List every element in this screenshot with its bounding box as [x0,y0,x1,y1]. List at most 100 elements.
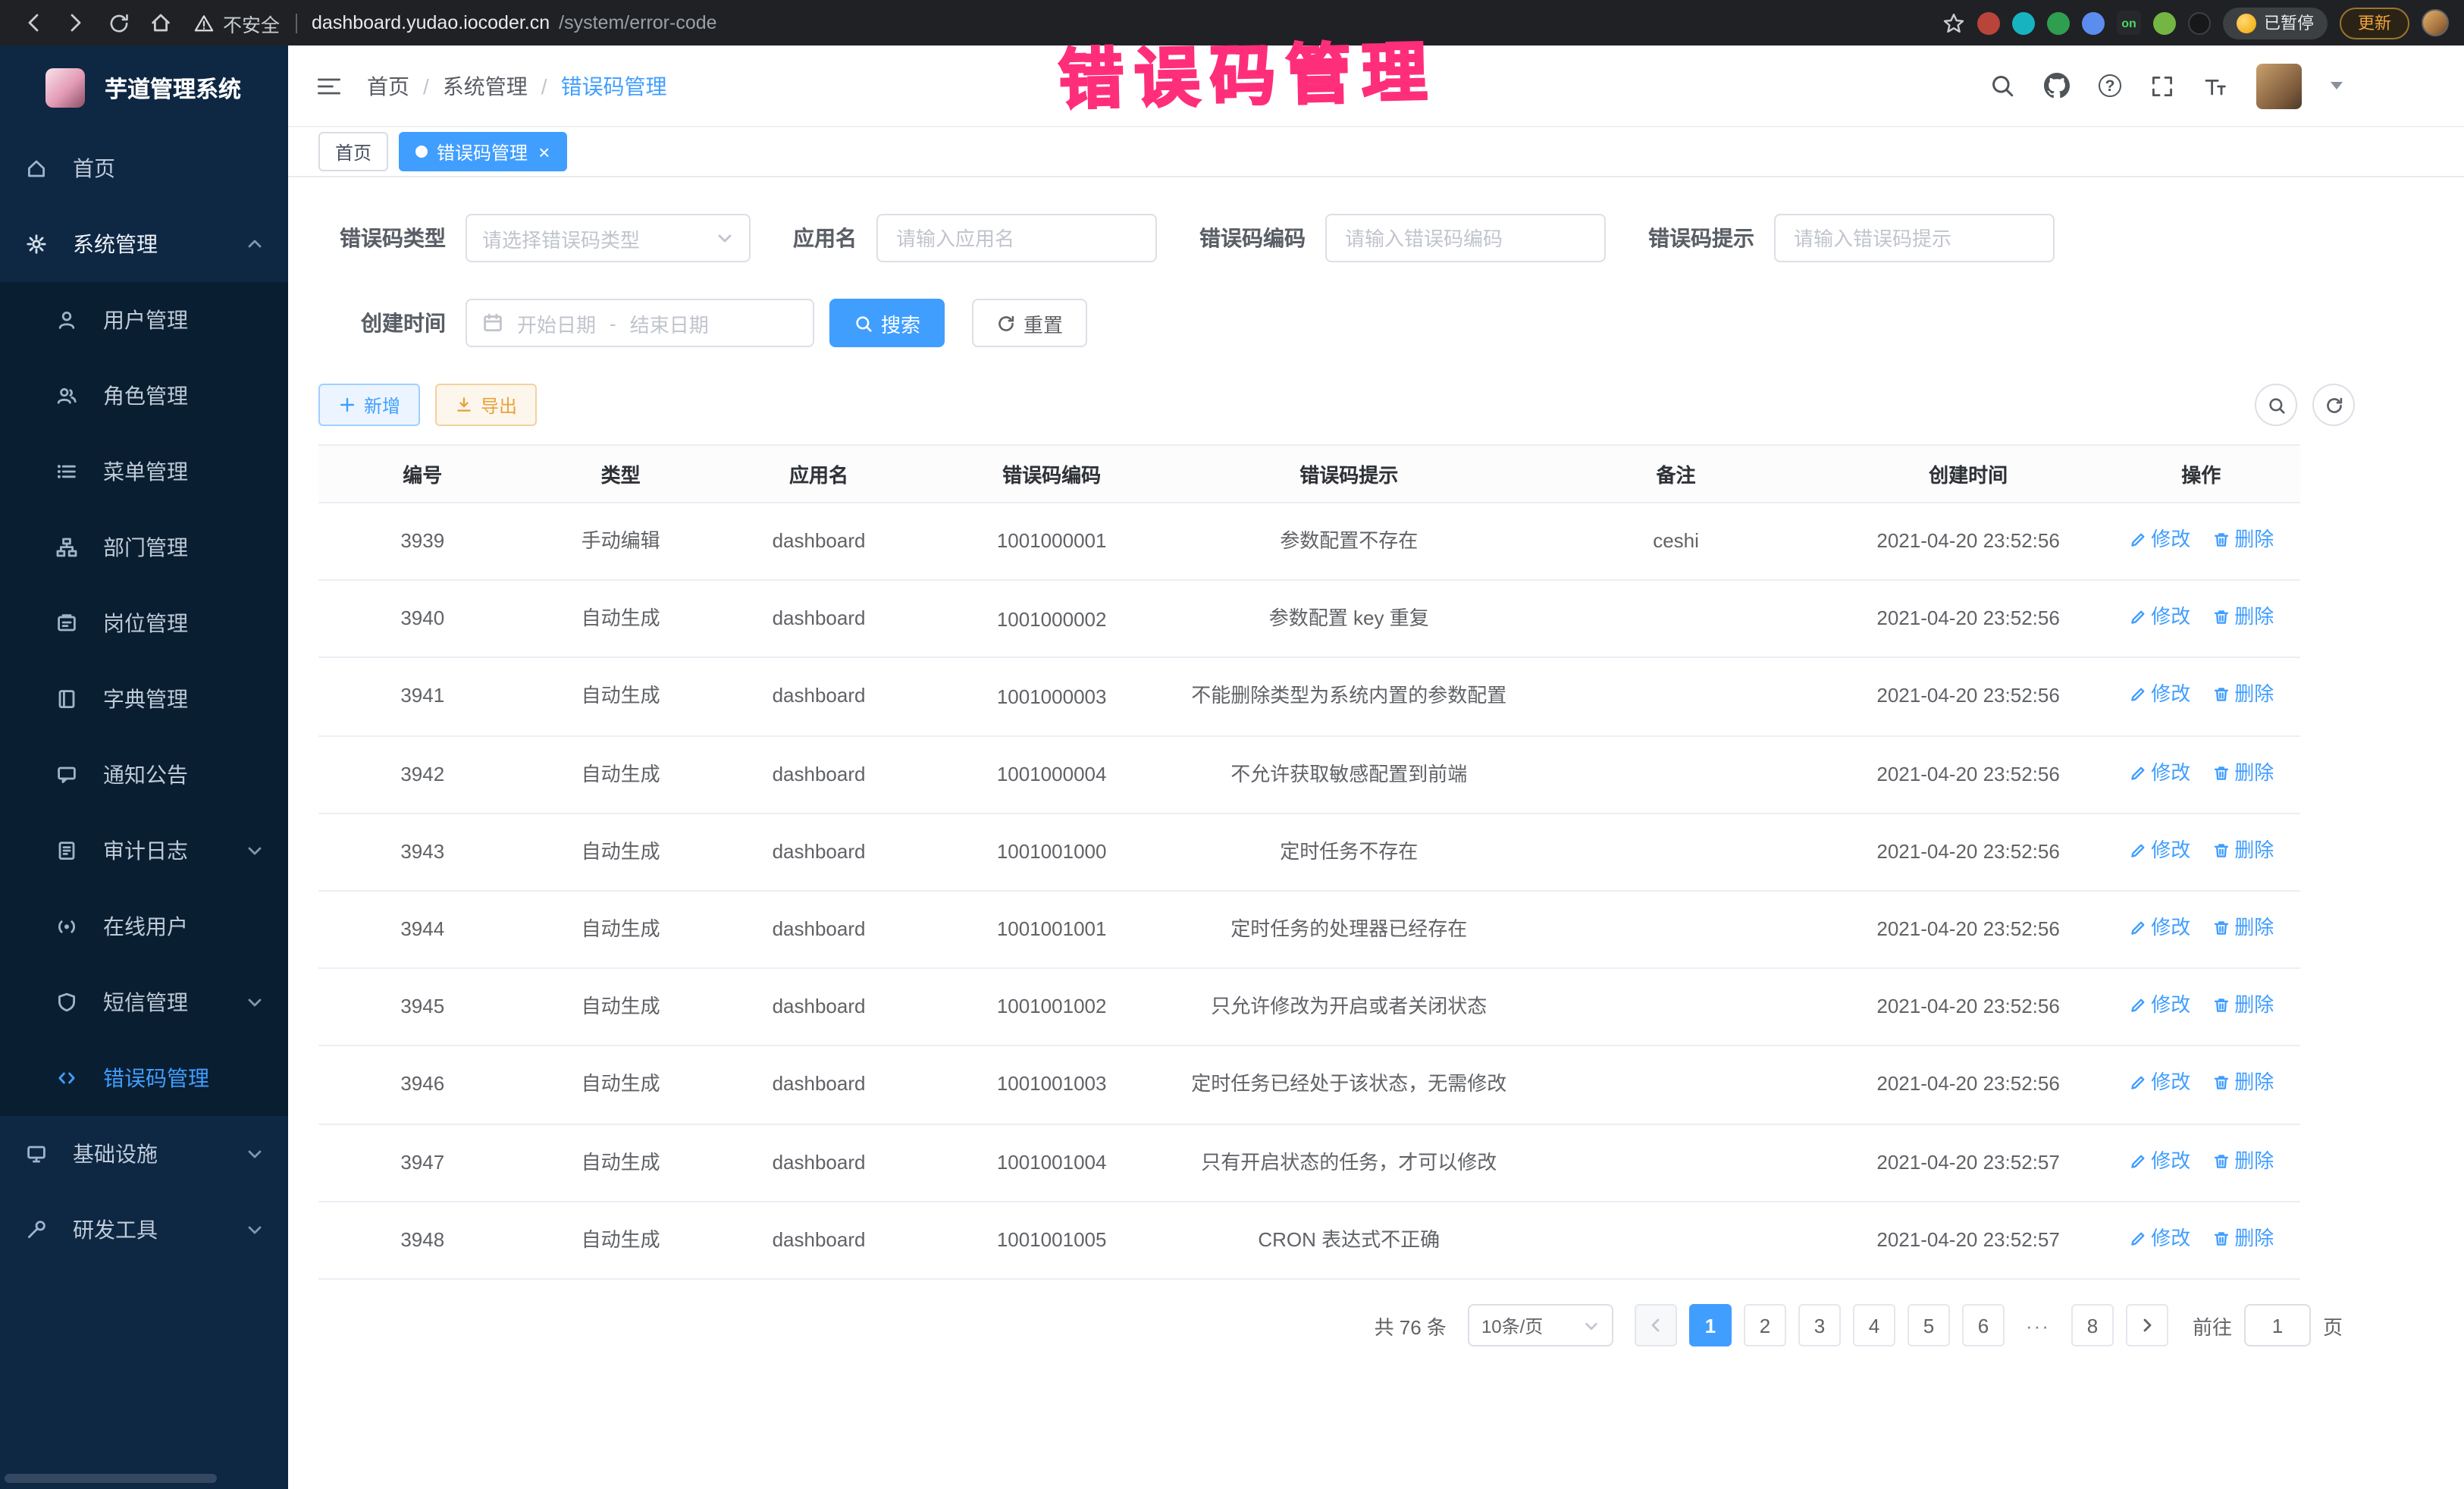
address-bar[interactable]: 不安全 dashboard.yudao.iocoder.cn/system/er… [194,8,1936,37]
prev-page-button[interactable] [1635,1304,1677,1346]
delete-link[interactable]: 删除 [2212,602,2274,632]
page-button[interactable]: 8 [2071,1304,2114,1346]
sidebar-item-online-users[interactable]: 在线用户 [0,889,288,964]
edit-link[interactable]: 修改 [2128,680,2190,710]
table-row: 3939 手动编辑 dashboard 1001000001 参数配置不存在 c… [318,503,2300,580]
error-type-select[interactable]: 请选择错误码类型 [466,214,751,262]
delete-link[interactable]: 删除 [2212,835,2274,866]
back-icon[interactable] [15,5,52,41]
error-code-input[interactable] [1325,214,1606,262]
page-button[interactable]: 3 [1798,1304,1841,1346]
edit-link[interactable]: 修改 [2128,757,2190,788]
org-tree-icon [56,537,77,558]
next-page-button[interactable] [2126,1304,2168,1346]
caret-down-icon[interactable] [2331,82,2343,89]
navbar-actions: ? [1989,63,2343,108]
col-message: 错误码提示 [1180,445,1517,503]
close-tab-icon[interactable]: × [538,142,550,161]
delete-link[interactable]: 删除 [2212,757,2274,788]
date-separator: - [610,312,616,334]
sidebar-item-departments[interactable]: 部门管理 [0,509,288,585]
delete-link[interactable]: 删除 [2212,1146,2274,1176]
browser-extension-icon[interactable] [2047,11,2070,34]
edit-link[interactable]: 修改 [2128,835,2190,866]
sidebar-item-posts[interactable]: 岗位管理 [0,585,288,661]
sidebar-item-notices[interactable]: 通知公告 [0,737,288,813]
app-name-input[interactable] [876,214,1157,262]
browser-extension-icon[interactable] [2082,11,2105,34]
paused-chip[interactable]: 已暂停 [2223,7,2328,39]
edit-link[interactable]: 修改 [2128,990,2190,1020]
jump-page-input[interactable] [2244,1304,2311,1346]
sidebar-scrollbar[interactable] [5,1474,217,1483]
sidebar-item-menus[interactable]: 菜单管理 [0,434,288,509]
active-dot-icon [415,146,428,158]
browser-extension-on-badge[interactable]: on [2117,11,2141,35]
collapse-sidebar-icon[interactable] [315,74,343,98]
create-time-range-picker[interactable]: 开始日期 - 结束日期 [466,299,814,347]
edit-link[interactable]: 修改 [2128,1146,2190,1176]
github-icon[interactable] [2044,73,2070,99]
error-type-label: 错误码类型 [318,223,446,253]
forward-icon[interactable] [58,5,94,41]
user-avatar[interactable] [2256,63,2302,108]
search-button[interactable]: 搜索 [829,299,945,347]
reset-button[interactable]: 重置 [972,299,1087,347]
sidebar-item-users[interactable]: 用户管理 [0,282,288,358]
sidebar-item-dev-tools[interactable]: 研发工具 [0,1192,288,1268]
delete-link[interactable]: 删除 [2212,525,2274,555]
col-remark: 备注 [1517,445,1834,503]
breadcrumb-system[interactable]: 系统管理 [443,71,528,101]
sidebar-item-audit-log[interactable]: 审计日志 [0,813,288,889]
search-icon[interactable] [1989,73,2015,99]
more-pages-button[interactable]: ··· [2017,1304,2059,1346]
help-icon[interactable]: ? [2099,74,2121,97]
tab-home[interactable]: 首页 [318,132,388,171]
breadcrumb-separator: / [423,74,429,98]
delete-link[interactable]: 删除 [2212,680,2274,710]
screen: 错误码管理 不安全 dashboard.yudao.iocoder.cn/sys… [0,0,2464,1489]
sidebar-item-infrastructure[interactable]: 基础设施 [0,1116,288,1192]
sidebar-item-dicts[interactable]: 字典管理 [0,661,288,737]
fullscreen-icon[interactable] [2150,74,2174,98]
sidebar-item-error-code[interactable]: 错误码管理 [0,1040,288,1116]
browser-home-icon[interactable] [143,5,179,41]
refresh-table-button[interactable] [2312,384,2355,426]
browser-extension-icon[interactable] [1977,11,2000,34]
page-button[interactable]: 2 [1744,1304,1786,1346]
sidebar-item-sms[interactable]: 短信管理 [0,964,288,1040]
bookmark-star-icon[interactable] [1942,11,1965,34]
breadcrumb-home[interactable]: 首页 [367,71,409,101]
add-button[interactable]: 新增 [318,384,420,426]
page-button[interactable]: 5 [1908,1304,1950,1346]
page-button[interactable]: 6 [1962,1304,2005,1346]
sidebar-item-home[interactable]: 首页 [0,130,288,206]
error-hint-input[interactable] [1774,214,2055,262]
chevron-down-icon [716,229,734,247]
delete-link[interactable]: 删除 [2212,913,2274,943]
breadcrumb-separator: / [541,74,547,98]
edit-link[interactable]: 修改 [2128,525,2190,555]
export-button[interactable]: 导出 [435,384,537,426]
edit-link[interactable]: 修改 [2128,1068,2190,1099]
browser-update-button[interactable]: 更新 [2340,7,2409,39]
page-button[interactable]: 4 [1853,1304,1895,1346]
browser-extension-icon[interactable] [2188,11,2211,34]
font-size-icon[interactable] [2203,74,2227,98]
browser-extension-icon[interactable] [2153,11,2176,34]
browser-extension-icon[interactable] [2012,11,2035,34]
delete-link[interactable]: 删除 [2212,1224,2274,1254]
page-size-select[interactable]: 10条/页 [1468,1304,1613,1346]
tab-error-code[interactable]: 错误码管理 × [399,132,566,171]
page-button[interactable]: 1 [1689,1304,1732,1346]
delete-link[interactable]: 删除 [2212,990,2274,1020]
sidebar-item-system[interactable]: 系统管理 [0,206,288,282]
edit-link[interactable]: 修改 [2128,1224,2190,1254]
browser-profile-avatar[interactable] [2422,9,2449,36]
reload-icon[interactable] [100,5,136,41]
edit-link[interactable]: 修改 [2128,602,2190,632]
toggle-search-button[interactable] [2255,384,2297,426]
edit-link[interactable]: 修改 [2128,913,2190,943]
sidebar-item-roles[interactable]: 角色管理 [0,358,288,434]
delete-link[interactable]: 删除 [2212,1068,2274,1099]
